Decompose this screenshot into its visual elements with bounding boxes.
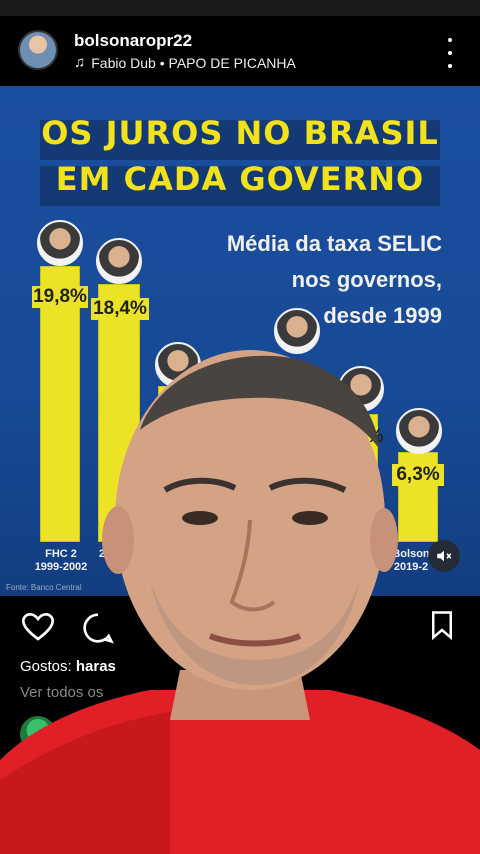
bar-value-label: 18,4% [91,298,149,320]
politician-portrait [396,408,442,454]
status-strip [0,0,480,16]
heart-outline-icon[interactable] [22,612,54,642]
chart-bar-3 [158,386,198,542]
chart-source: Fonte: Banco Central [6,583,82,592]
category-years: 2019-2 [393,561,429,573]
bar-category-label: FHC 2 1999-2002 [26,548,96,574]
post-media[interactable]: OS JUROS NO BRASIL EM CADA GOVERNO Média… [0,86,480,596]
bar-value-label: 3% [356,426,384,448]
view-comments-link[interactable]: Ver todos os [20,684,103,701]
subtitle-line: desde 1999 [323,303,442,328]
post-header: bolsonaropr22 ♫ Fabio Dub • PAPO DE PICA… [0,16,480,86]
infographic-subtitle: Média da taxa SELIC nos governos, desde … [222,226,442,334]
profile-avatar[interactable] [18,30,58,70]
infographic-title-line2: EM CADA GOVERNO [55,160,425,198]
likes-line[interactable]: Gostos: haras [20,658,116,675]
music-attribution[interactable]: ♫ Fabio Dub • PAPO DE PICANHA [74,54,296,71]
music-label: Fabio Dub • PAPO DE PICANHA [91,54,296,71]
subtitle-line: Média da taxa SELIC [226,231,442,256]
politician-portrait [37,220,83,266]
bookmark-outline-icon[interactable] [428,610,456,640]
likes-prefix: Gostos: [20,658,72,675]
politician-portrait [338,366,384,412]
commenter-avatar [20,716,56,752]
politician-portrait [96,238,142,284]
infographic-title-line1: OS JUROS NO BRASIL [41,114,439,152]
politician-portrait [155,342,201,388]
likes-user[interactable]: haras [76,658,116,675]
bar-value-label: 19,8% [32,286,88,308]
post-actions [0,596,480,656]
subtitle-line: nos governos, [291,267,442,292]
comment-bubble-icon[interactable] [82,612,114,644]
category-name: FHC 2 [45,548,77,560]
speaker-muted-icon [437,550,452,562]
chart-bar-2 [98,284,140,542]
more-options-icon[interactable] [440,38,460,68]
bar-category-label: 20 [98,548,112,560]
category-years: 1999-2002 [34,561,88,573]
mute-button[interactable] [428,540,460,572]
music-note-icon: ♫ [74,54,86,71]
bar-value-label: 6,3% [392,464,444,486]
politician-portrait [274,308,320,354]
post-username[interactable]: bolsonaropr22 [74,31,192,51]
